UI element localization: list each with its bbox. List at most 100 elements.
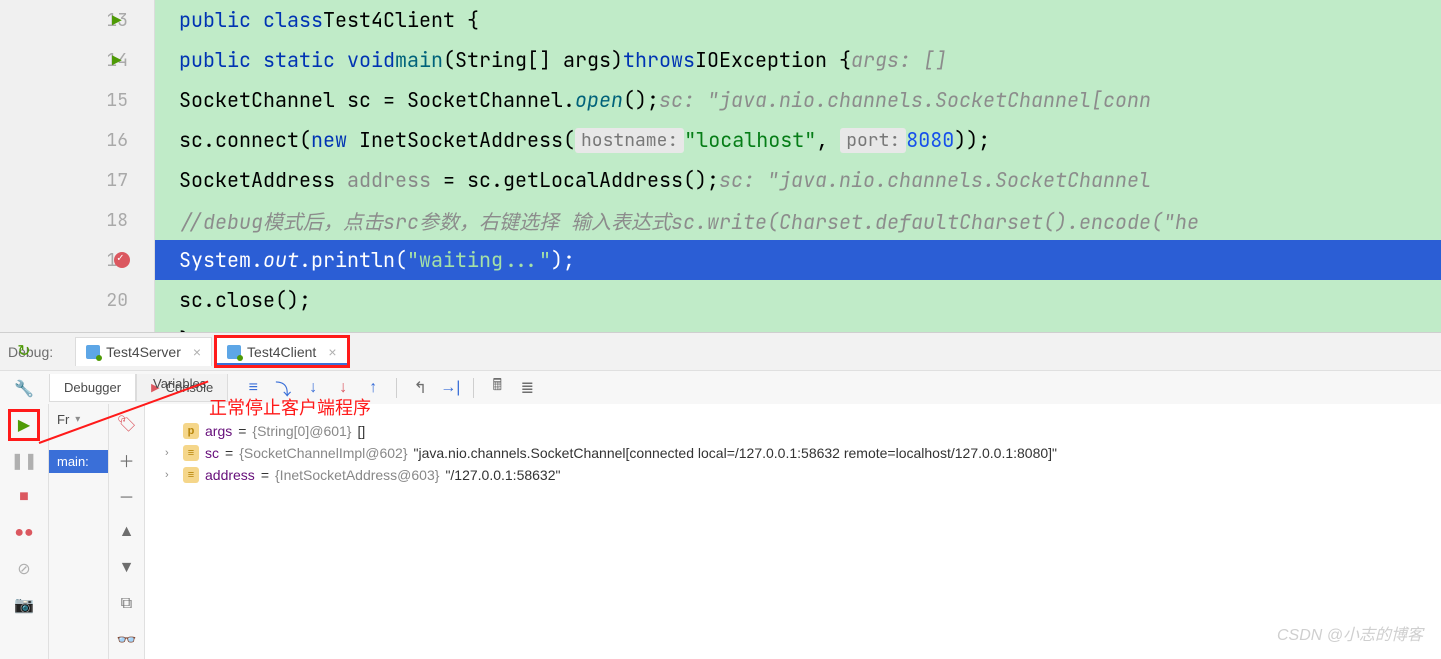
gutter-line[interactable]: 20 (0, 280, 154, 320)
run-icon[interactable]: ▶ (112, 10, 122, 31)
breakpoint-icon[interactable] (114, 252, 130, 268)
glasses-icon[interactable]: 👓 (117, 630, 137, 650)
divider (473, 378, 474, 398)
gutter-line[interactable]: 14▶ (0, 40, 154, 80)
chevron-down-icon: ▾ (75, 414, 80, 425)
app-icon (227, 345, 241, 359)
var-value: "/127.0.0.1:58632" (445, 467, 560, 483)
code-token: , (816, 127, 840, 153)
code-token: main (395, 47, 443, 73)
gutter-line[interactable]: 19 (0, 240, 154, 280)
frame-label: main: (57, 454, 89, 469)
copy-icon[interactable]: ⧉ (117, 594, 137, 614)
remove-icon[interactable]: － (117, 486, 137, 506)
drop-frame-icon[interactable]: ↰ (409, 377, 431, 399)
variable-row[interactable]: › ≡ sc = {SocketChannelImpl@602} "java.n… (165, 442, 1431, 464)
expander-icon[interactable]: › (165, 447, 177, 459)
param-hint: hostname: (575, 128, 684, 153)
camera-icon[interactable]: 📷 (13, 594, 35, 616)
run-to-cursor-icon[interactable]: →| (439, 377, 461, 399)
variables-panel: 🏷 ＋ － ▲ ▼ ⧉ 👓 Variables p args = {String… (109, 404, 1441, 659)
frame-item[interactable]: main: (49, 450, 108, 473)
run-tab-label: Test4Client (247, 344, 316, 360)
var-type: {String[0]@601} (252, 423, 351, 439)
gutter-line[interactable]: 18 (0, 200, 154, 240)
gutter-line[interactable]: 17 (0, 160, 154, 200)
line-number: 18 (106, 209, 128, 232)
inline-hint: args: [] (851, 47, 947, 73)
editor-gutter: 13▶ 14▶ 15 16 17 18 19 20 21 (0, 0, 155, 332)
run-tab-label: Test4Server (106, 344, 181, 360)
down-icon[interactable]: ▼ (117, 558, 137, 578)
code-token: { (455, 7, 479, 33)
code-token: sc.connect( (179, 127, 311, 153)
code-token: "localhost" (684, 127, 816, 153)
line-number: 17 (106, 169, 128, 192)
add-icon[interactable]: ＋ (117, 450, 137, 470)
code-token: throws (623, 47, 695, 73)
close-icon[interactable]: × (328, 344, 336, 360)
variable-row[interactable]: p args = {String[0]@601} [] (165, 420, 1431, 442)
expander-icon[interactable]: › (165, 469, 177, 481)
code-token: open (575, 87, 623, 113)
code-token: (String[] args) (443, 47, 623, 73)
resume-icon[interactable]: ▶ (13, 414, 35, 436)
pause-icon[interactable]: ❚❚ (13, 450, 35, 472)
code-token: out (263, 247, 299, 273)
mute-breakpoints-icon[interactable]: ⊘ (13, 558, 35, 580)
code-token: SocketChannel sc = SocketChannel. (179, 87, 575, 113)
var-eq: = (261, 467, 269, 483)
close-icon[interactable]: × (193, 344, 201, 360)
code-token: System. (179, 247, 263, 273)
stop-icon[interactable]: ■ (13, 486, 35, 508)
up-icon[interactable]: ▲ (117, 522, 137, 542)
divider (396, 378, 397, 398)
run-tab-server[interactable]: Test4Server × (75, 337, 212, 366)
run-tab-client[interactable]: Test4Client × (216, 337, 347, 366)
gutter-line[interactable]: 15 (0, 80, 154, 120)
debug-body: ↻ 🔧 ▶ ❚❚ ■ ●● ⊘ 📷 Fr▾ main: 🏷 ＋ － ▲ ▼ ⧉ … (0, 404, 1441, 659)
code-token: address (347, 167, 431, 193)
variable-row[interactable]: › ≡ address = {InetSocketAddress@603} "/… (165, 464, 1431, 486)
tab-debugger[interactable]: Debugger (49, 374, 136, 402)
settings-icon[interactable]: 🔧 (13, 378, 35, 400)
line-number: 15 (106, 89, 128, 112)
evaluate-expr-icon[interactable]: 🖩 (486, 377, 508, 399)
var-name: address (205, 467, 255, 483)
code-token: = sc.getLocalAddress(); (431, 167, 719, 193)
line-number: 16 (106, 129, 128, 152)
code-token: 8080 (906, 127, 954, 153)
view-breakpoints-icon[interactable]: ●● (13, 522, 35, 544)
code-token: ); (551, 247, 575, 273)
code-token: InetSocketAddress( (347, 127, 575, 153)
line-number: 21 (106, 329, 128, 333)
param-hint: port: (840, 128, 906, 153)
var-name: args (205, 423, 232, 439)
code-comment: //debug模式后，点击src参数，右键选择 输入表达式sc.write(Ch… (179, 206, 1199, 235)
code-token: "waiting..." (407, 247, 551, 273)
trace-icon[interactable]: ≣ (516, 377, 538, 399)
inline-hint: sc: "java.nio.channels.SocketChannel (719, 167, 1151, 193)
var-eq: = (238, 423, 246, 439)
code-token: (); (623, 87, 659, 113)
code-token: )); (954, 127, 990, 153)
var-type: {SocketChannelImpl@602} (239, 445, 407, 461)
new-watch-icon[interactable]: 🏷 (117, 414, 137, 434)
run-icon[interactable]: ▶ (112, 50, 122, 71)
code-content[interactable]: public class Test4Client { public static… (155, 0, 1441, 332)
tab-label: Debugger (64, 380, 121, 395)
gutter-line[interactable]: 13▶ (0, 0, 154, 40)
var-eq: = (225, 445, 233, 461)
code-token: } (179, 327, 191, 332)
frames-header-text: Fr (57, 412, 69, 427)
rerun-icon[interactable]: ↻ (13, 340, 35, 362)
var-value: [] (357, 423, 365, 439)
debug-run-tabs: Debug: Test4Server × Test4Client × (0, 332, 1441, 370)
frames-panel: Fr ▾ main: (49, 404, 109, 659)
line-number: 20 (106, 289, 128, 312)
gutter-line[interactable]: 16 (0, 120, 154, 160)
code-token: .println( (299, 247, 407, 273)
gutter-line[interactable]: 21 (0, 320, 154, 332)
code-token: IOException { (695, 47, 851, 73)
var-kind-icon: ≡ (183, 467, 199, 483)
